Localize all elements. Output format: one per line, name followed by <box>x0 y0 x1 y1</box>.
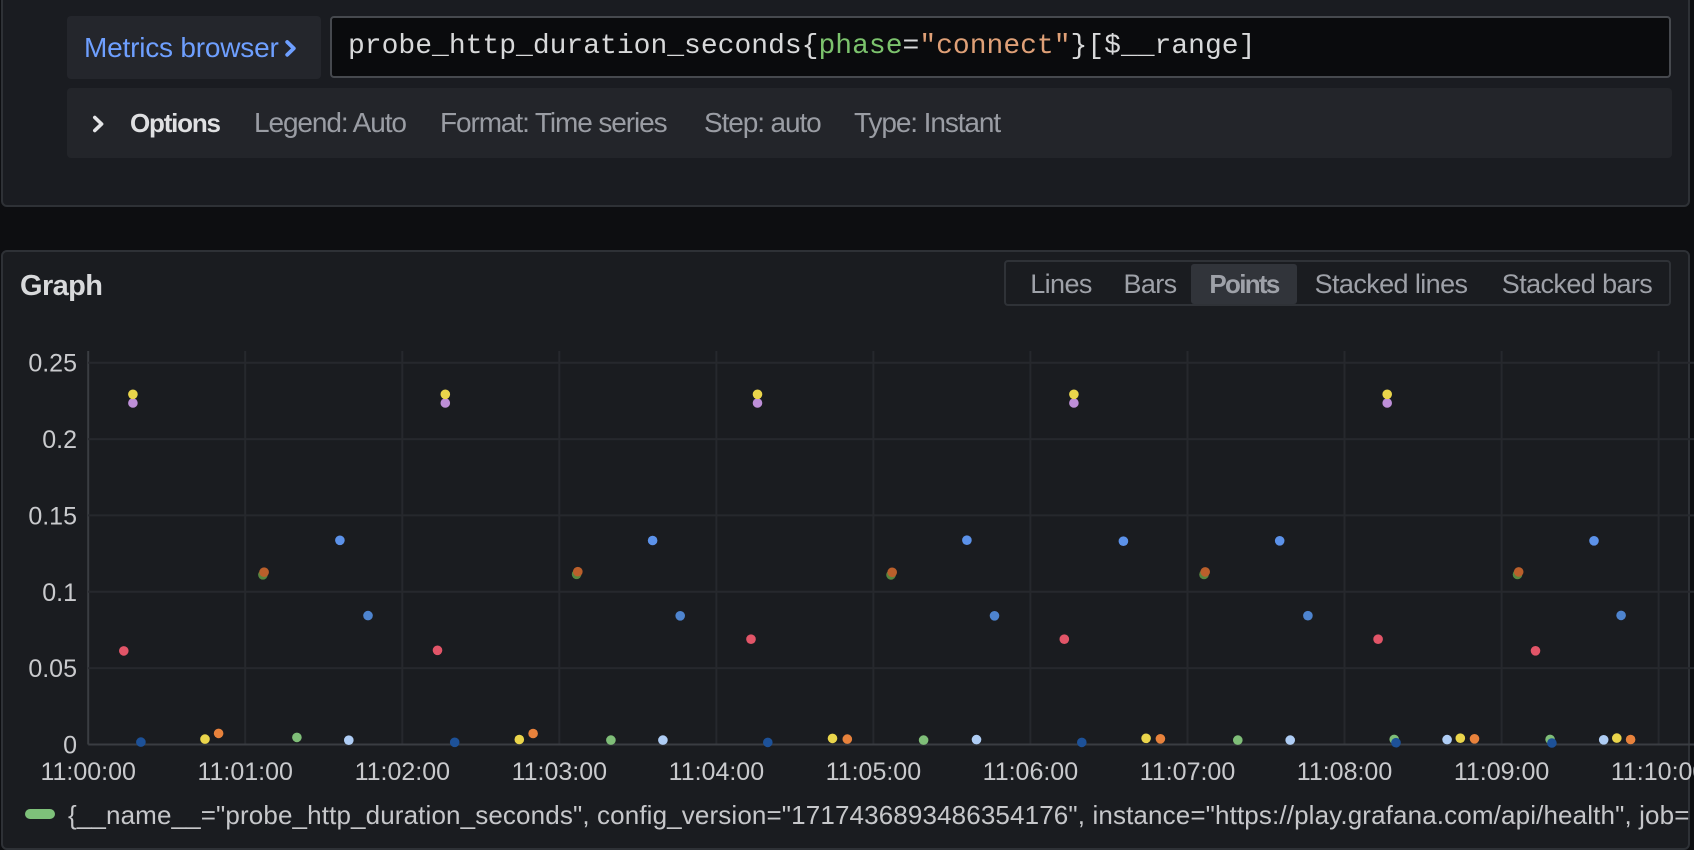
svg-text:0.1: 0.1 <box>42 579 77 607</box>
svg-text:11:06:00: 11:06:00 <box>983 758 1078 786</box>
svg-text:11:04:00: 11:04:00 <box>669 758 764 786</box>
svg-text:11:07:00: 11:07:00 <box>1140 758 1235 786</box>
svg-text:11:00:00: 11:00:00 <box>40 758 135 786</box>
svg-text:11:09:00: 11:09:00 <box>1454 758 1549 786</box>
svg-text:0: 0 <box>63 732 77 760</box>
svg-text:0.25: 0.25 <box>28 350 77 378</box>
svg-text:11:01:00: 11:01:00 <box>197 758 292 786</box>
svg-text:11:08:00: 11:08:00 <box>1297 758 1392 786</box>
svg-text:0.2: 0.2 <box>42 426 77 454</box>
svg-text:11:03:00: 11:03:00 <box>512 758 607 786</box>
svg-text:11:02:00: 11:02:00 <box>355 758 450 786</box>
svg-text:0.05: 0.05 <box>28 655 77 683</box>
svg-text:11:05:00: 11:05:00 <box>826 758 921 786</box>
svg-text:11:10:00: 11:10:00 <box>1611 758 1694 786</box>
svg-text:0.15: 0.15 <box>28 502 77 530</box>
